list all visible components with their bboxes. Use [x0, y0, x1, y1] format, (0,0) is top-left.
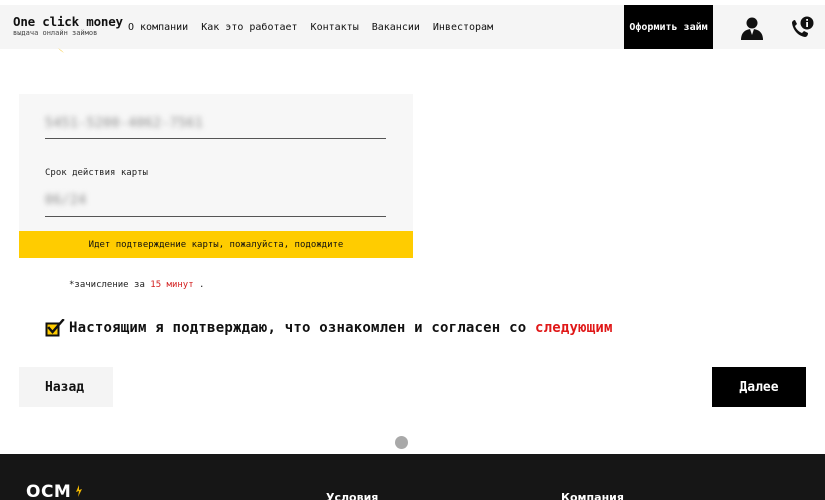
consent-statement: Настоящим я подтверждаю, что ознакомлен … [69, 320, 535, 336]
back-button[interactable]: Назад [19, 367, 113, 407]
nav-item-about[interactable]: О компании [128, 22, 188, 33]
credit-note-highlight: 15 минут [150, 280, 194, 290]
site-footer: OCM Условия Компания [0, 454, 825, 500]
decorative-spark-icon [58, 48, 64, 53]
footer-col-terms[interactable]: Условия [326, 491, 378, 500]
brand-logo[interactable]: One click money выдача онлайн займов [13, 15, 123, 38]
credit-note-suffix: . [193, 280, 205, 290]
user-icon[interactable] [739, 15, 765, 41]
consent-row: Настоящим я подтверждаю, что ознакомлен … [45, 319, 613, 337]
terms-link[interactable]: следующим [535, 320, 613, 336]
credit-time-note: *зачисление за 15 минут . [69, 280, 204, 290]
nav-item-vacancies[interactable]: Вакансии [372, 22, 420, 33]
card-verification-status: Идет подтверждение карты, пожалуйста, по… [19, 231, 413, 258]
phone-info-icon[interactable] [789, 15, 815, 41]
apply-loan-button[interactable]: Оформить займ [624, 5, 713, 49]
brand-tagline: выдача онлайн займов [13, 29, 98, 37]
credit-note-prefix: *зачисление за [69, 280, 151, 290]
brand-name: One click money [13, 14, 123, 29]
next-button[interactable]: Далее [712, 367, 806, 407]
nav-item-contacts[interactable]: Контакты [311, 22, 359, 33]
consent-checkbox[interactable] [45, 319, 65, 337]
main-nav: О компании Как это работает Контакты Вак… [128, 22, 506, 33]
scroll-indicator[interactable] [395, 436, 408, 449]
card-number-field[interactable]: 5451-5200-4062-7561 [45, 110, 386, 139]
expiry-field[interactable]: 06/24 [45, 187, 386, 217]
expiry-label: Срок действия карты [45, 168, 148, 178]
footer-col-company[interactable]: Компания [561, 491, 624, 500]
expiry-value: 06/24 [45, 193, 87, 208]
nav-item-investors[interactable]: Инвесторам [433, 22, 493, 33]
footer-logo-spark-icon [76, 485, 82, 497]
card-form: 5451-5200-4062-7561 Срок действия карты … [19, 94, 413, 258]
footer-logo[interactable]: OCM [26, 482, 71, 500]
nav-item-how-it-works[interactable]: Как это работает [201, 22, 297, 33]
site-header: One click money выдача онлайн займов О к… [0, 5, 825, 49]
consent-text: Настоящим я подтверждаю, что ознакомлен … [69, 320, 613, 336]
card-number-value: 5451-5200-4062-7561 [45, 116, 204, 131]
